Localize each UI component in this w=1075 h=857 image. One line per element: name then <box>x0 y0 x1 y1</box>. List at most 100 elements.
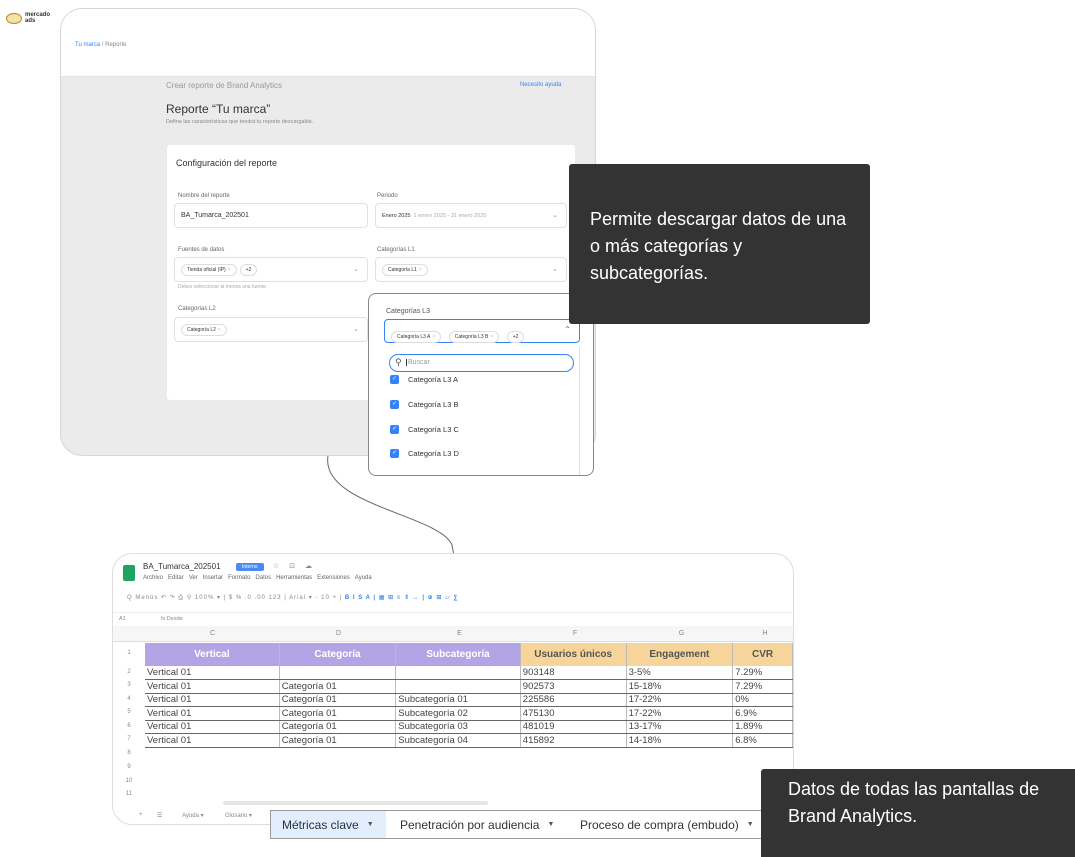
row-number[interactable]: 10 <box>113 778 145 784</box>
row-number[interactable]: 1 <box>113 650 145 656</box>
l3-option[interactable]: ✓ Categoría L3 A <box>390 372 458 386</box>
column-letter[interactable]: C <box>145 630 280 637</box>
cell[interactable]: 1.89% <box>732 720 793 734</box>
nombre-input[interactable]: BA_Tumarca_202501 <box>174 203 368 228</box>
cell[interactable]: Vertical 01 <box>145 666 280 680</box>
header-cell[interactable]: Vertical <box>145 643 280 666</box>
periodo-select[interactable]: Enero 2025 1 enero 2025 - 31 enero 2025 … <box>375 203 567 228</box>
chevron-up-icon[interactable]: ⌃ <box>564 325 571 334</box>
l3-chip-a[interactable]: Categoría L3 A × <box>391 331 442 343</box>
header-cell[interactable]: CVR <box>732 643 793 666</box>
close-icon[interactable]: × <box>419 267 422 273</box>
cell[interactable] <box>395 666 521 680</box>
cell[interactable]: Subcategoría 01 <box>395 693 521 707</box>
header-cell[interactable]: Categoría <box>279 643 397 666</box>
close-icon[interactable]: × <box>490 334 493 340</box>
all-sheets-icon[interactable]: ☰ <box>157 812 162 819</box>
cell[interactable]: Subcategoría 03 <box>395 720 521 734</box>
fuentes-chip[interactable]: Tienda oficial (IP) × <box>181 264 237 276</box>
l3-chip-b[interactable]: Categoría L3 B × <box>448 331 500 343</box>
close-icon[interactable]: × <box>228 267 231 273</box>
formula-bar[interactable]: A1 fx Desde <box>113 612 793 626</box>
sheet-tab[interactable]: Glosario ▾ <box>225 812 252 819</box>
row-number[interactable]: 2 <box>113 669 145 675</box>
l3-option[interactable]: ✓ Categoría L3 D <box>390 446 459 460</box>
checkbox-checked-icon[interactable]: ✓ <box>390 448 399 458</box>
cell[interactable]: 13-17% <box>626 720 734 734</box>
star-folder-cloud-icons[interactable]: ☆ ⊡ ☁ <box>273 562 316 570</box>
column-letter[interactable]: E <box>397 630 522 637</box>
cell[interactable]: Categoría 01 <box>279 720 397 734</box>
l3-search-input[interactable]: ⚲ Buscar <box>389 354 574 372</box>
cell[interactable]: 225586 <box>520 693 627 707</box>
cell[interactable]: Subcategoría 02 <box>395 706 521 721</box>
cell[interactable]: Categoría 01 <box>279 679 397 694</box>
menu-item[interactable]: Ver <box>189 575 198 581</box>
cell[interactable]: 481019 <box>520 720 627 734</box>
menu-item[interactable]: Datos <box>255 575 271 581</box>
add-sheet-icon[interactable]: + <box>139 812 143 818</box>
checkbox-checked-icon[interactable]: ✓ <box>390 424 399 434</box>
header-cell[interactable]: Subcategoría <box>395 643 521 666</box>
sheet-toolbar[interactable]: Q Menús ↶ ↷ ⎙ ⚲ 100% ▾ | $ % .0 .00 123 … <box>127 594 459 602</box>
cell[interactable]: 6.8% <box>732 733 793 748</box>
sheet-file-name[interactable]: BA_Tumarca_202501 <box>143 562 221 571</box>
menu-item[interactable]: Archivo <box>143 575 163 581</box>
row-number[interactable]: 8 <box>113 750 145 756</box>
cell[interactable]: 903148 <box>520 666 627 680</box>
cell[interactable]: Vertical 01 <box>145 679 280 694</box>
breadcrumb-link[interactable]: Tu marca <box>75 42 100 48</box>
l2-select[interactable]: Categoría L2 × ⌄ <box>174 317 368 342</box>
close-icon[interactable]: × <box>218 327 221 333</box>
cell[interactable]: 475130 <box>520 706 627 721</box>
menu-item[interactable]: Insertar <box>203 575 223 581</box>
cell[interactable]: 7.29% <box>732 679 793 694</box>
menu-item[interactable]: Ayuda <box>355 575 372 581</box>
cell[interactable]: Categoría 01 <box>279 693 397 707</box>
cell[interactable]: Subcategoría 04 <box>395 733 521 748</box>
fuentes-more[interactable]: +2 <box>239 264 258 276</box>
checkbox-checked-icon[interactable]: ✓ <box>390 374 399 384</box>
fuentes-select[interactable]: Tienda oficial (IP) × +2 ⌄ <box>174 257 368 282</box>
column-letter[interactable]: H <box>735 630 793 637</box>
l3-select[interactable]: Categoría L3 A × Categoría L3 B × +2 ⌃ <box>384 319 580 343</box>
cell[interactable]: Vertical 01 <box>145 706 280 721</box>
menu-item[interactable]: Formato <box>228 575 250 581</box>
tab-penetracion[interactable]: Penetración por audiencia ▼ <box>400 811 554 838</box>
cell[interactable]: 902573 <box>520 679 627 694</box>
header-cell[interactable]: Engagement <box>626 643 734 666</box>
cell[interactable]: 17-22% <box>626 693 734 707</box>
cell[interactable]: Vertical 01 <box>145 720 280 734</box>
l1-select[interactable]: Categoría L1 × ⌄ <box>375 257 567 282</box>
column-letter[interactable]: F <box>522 630 628 637</box>
l3-option[interactable]: ✓ Categoría L3 C <box>390 422 459 436</box>
row-number[interactable]: 9 <box>113 764 145 770</box>
l2-chip[interactable]: Categoría L2 × <box>181 324 227 336</box>
row-number[interactable]: 7 <box>113 736 145 742</box>
cell[interactable]: 17-22% <box>626 706 734 721</box>
menu-item[interactable]: Extensiones <box>317 575 350 581</box>
row-number[interactable]: 4 <box>113 696 145 702</box>
cell[interactable]: Categoría 01 <box>279 706 397 721</box>
row-number[interactable]: 6 <box>113 723 145 729</box>
cell[interactable]: 0% <box>732 693 793 707</box>
cell[interactable]: 7.29% <box>732 666 793 680</box>
menu-item[interactable]: Editar <box>168 575 184 581</box>
l3-more[interactable]: +2 <box>506 331 525 343</box>
close-icon[interactable]: × <box>432 334 435 340</box>
checkbox-checked-icon[interactable]: ✓ <box>390 399 399 409</box>
help-link[interactable]: Necesito ayuda <box>520 82 561 88</box>
cell[interactable]: Categoría 01 <box>279 733 397 748</box>
cell[interactable]: Vertical 01 <box>145 693 280 707</box>
cell[interactable] <box>395 679 521 694</box>
row-number[interactable]: 11 <box>113 791 145 797</box>
cell[interactable]: 15-18% <box>626 679 734 694</box>
header-cell[interactable]: Usuarios únicos <box>520 643 627 666</box>
row-number[interactable]: 5 <box>113 709 145 715</box>
menu-item[interactable]: Herramientas <box>276 575 312 581</box>
l1-chip[interactable]: Categoría L1 × <box>382 264 428 276</box>
sheet-tab[interactable]: Ayuda ▾ <box>182 812 204 819</box>
cell[interactable]: 14-18% <box>626 733 734 748</box>
row-number[interactable]: 3 <box>113 682 145 688</box>
cell[interactable]: Vertical 01 <box>145 733 280 748</box>
